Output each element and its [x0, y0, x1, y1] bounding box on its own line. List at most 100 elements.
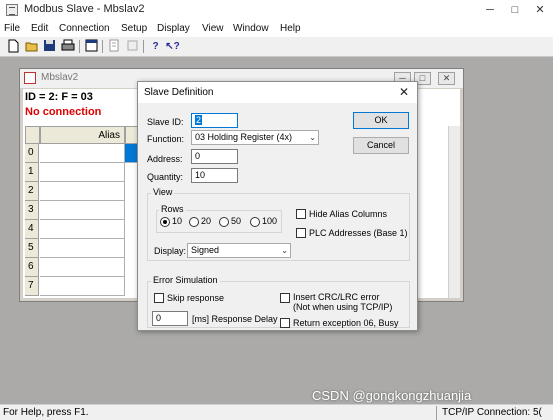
rows-20-label: 20 — [201, 216, 212, 226]
hide-alias-label: Hide Alias Columns — [309, 209, 388, 219]
rows-10-radio[interactable] — [160, 217, 170, 227]
menu-edit[interactable]: Edit — [31, 23, 48, 34]
return-exception-checkbox[interactable] — [280, 318, 290, 328]
row-header: 6 — [25, 258, 39, 277]
row-header: 7 — [25, 277, 39, 296]
insert-crc-label: Insert CRC/LRC error — [293, 292, 380, 302]
function-label: Function: — [147, 134, 185, 144]
slave-id-input[interactable]: 2 — [191, 113, 238, 128]
title-bar: Modbus Slave - Mbslav2 ─ □ ✕ — [0, 0, 553, 20]
slave-id-value: 2 — [195, 115, 203, 125]
cancel-button[interactable]: Cancel — [353, 137, 409, 154]
menu-window[interactable]: Window — [233, 23, 269, 34]
minimize-button[interactable]: ─ — [478, 1, 502, 19]
view-group-title: View — [151, 187, 175, 197]
child-close-button[interactable]: ✕ — [438, 72, 455, 85]
row-header: 3 — [25, 201, 39, 220]
status-bar: For Help, press F1. TCP/IP Connection: 5… — [0, 404, 553, 420]
alias-cell[interactable] — [40, 220, 125, 239]
rows-100-label: 100 — [262, 216, 278, 226]
menu-bar: File Edit Connection Setup Display View … — [0, 20, 553, 37]
connection-status: No connection — [25, 106, 102, 118]
insert-crc-checkbox[interactable] — [280, 293, 290, 303]
save-icon[interactable] — [42, 39, 57, 54]
quantity-label: Quantity: — [147, 172, 184, 182]
alias-column-header[interactable]: Alias — [40, 126, 125, 144]
rows-50-radio[interactable] — [219, 217, 229, 227]
alias-cell[interactable] — [40, 258, 125, 277]
rows-20-radio[interactable] — [189, 217, 199, 227]
slave-info-line: ID = 2: F = 03 — [25, 91, 93, 103]
address-label: Address: — [147, 154, 183, 164]
mbslav-icon — [24, 72, 36, 84]
app-icon — [6, 4, 18, 16]
hide-alias-checkbox[interactable] — [296, 209, 306, 219]
open-icon[interactable] — [24, 39, 39, 54]
vertical-scrollbar[interactable] — [448, 126, 460, 298]
alias-cell[interactable] — [40, 239, 125, 258]
new-icon[interactable] — [6, 39, 21, 54]
alias-cell[interactable] — [40, 277, 125, 296]
child-title: Mbslav2 — [41, 72, 79, 83]
dialog-title: Slave Definition — [144, 87, 214, 98]
row-header: 0 — [25, 144, 39, 163]
context-help-icon[interactable]: ↖? — [165, 39, 180, 54]
ok-button[interactable]: OK — [353, 112, 409, 129]
alias-cell[interactable] — [40, 163, 125, 182]
slave-definition-dialog: Slave Definition ✕ Slave ID: 2 Function:… — [137, 81, 418, 331]
close-button[interactable]: ✕ — [528, 1, 552, 19]
help-icon[interactable]: ? — [148, 39, 163, 54]
address-input[interactable]: 0 — [191, 149, 238, 164]
menu-file[interactable]: File — [4, 23, 20, 34]
maximize-button[interactable]: □ — [503, 1, 527, 19]
toolbar: ? ↖? — [0, 37, 553, 57]
status-connection-text: TCP/IP Connection: 5( — [442, 407, 542, 418]
read-definition-icon[interactable] — [107, 39, 122, 54]
status-help-text: For Help, press F1. — [3, 407, 89, 418]
rows-10-label: 10 — [172, 216, 183, 226]
rows-group-title: Rows — [159, 204, 186, 214]
grid-corner — [25, 126, 40, 144]
menu-setup[interactable]: Setup — [121, 23, 147, 34]
function-select[interactable]: 03 Holding Register (4x) ⌄ — [191, 130, 319, 145]
rows-50-label: 50 — [231, 216, 242, 226]
error-simulation-title: Error Simulation — [151, 275, 220, 285]
dialog-title-bar: Slave Definition ✕ — [138, 82, 417, 103]
print-icon[interactable] — [60, 39, 75, 54]
row-header: 5 — [25, 239, 39, 258]
insert-crc-note: (Not when using TCP/IP) — [293, 302, 393, 312]
print-preview-icon[interactable] — [125, 39, 140, 54]
status-divider — [436, 406, 437, 420]
quantity-input[interactable]: 10 — [191, 168, 238, 183]
skip-response-label: Skip response — [167, 293, 225, 303]
toolbar-separator — [102, 40, 103, 53]
slave-id-label: Slave ID: — [147, 117, 184, 127]
dialog-close-button[interactable]: ✕ — [395, 84, 413, 101]
row-header: 4 — [25, 220, 39, 239]
alias-cell[interactable] — [40, 182, 125, 201]
window-icon[interactable] — [84, 39, 99, 54]
menu-display[interactable]: Display — [157, 23, 190, 34]
rows-100-radio[interactable] — [250, 217, 260, 227]
alias-cell[interactable] — [40, 144, 125, 163]
alias-cell[interactable] — [40, 201, 125, 220]
toolbar-separator — [143, 40, 144, 53]
menu-connection[interactable]: Connection — [59, 23, 110, 34]
plc-addresses-checkbox[interactable] — [296, 228, 306, 238]
watermark-text: CSDN @gongkongzhuanjia — [312, 388, 472, 403]
menu-help[interactable]: Help — [280, 23, 301, 34]
display-value: Signed — [191, 245, 220, 255]
plc-addresses-label: PLC Addresses (Base 1) — [309, 228, 408, 238]
menu-view[interactable]: View — [202, 23, 224, 34]
function-value: 03 Holding Register (4x) — [195, 132, 293, 142]
window-title: Modbus Slave - Mbslav2 — [24, 3, 145, 15]
return-exception-label: Return exception 06, Busy — [293, 318, 399, 328]
response-delay-input[interactable]: 0 — [152, 311, 188, 326]
toolbar-separator — [79, 40, 80, 53]
display-label: Display: — [154, 246, 187, 256]
response-delay-label: [ms] Response Delay — [192, 314, 278, 324]
skip-response-checkbox[interactable] — [154, 293, 164, 303]
row-header: 2 — [25, 182, 39, 201]
chevron-down-icon: ⌄ — [281, 246, 288, 255]
display-select[interactable]: Signed ⌄ — [187, 243, 291, 258]
